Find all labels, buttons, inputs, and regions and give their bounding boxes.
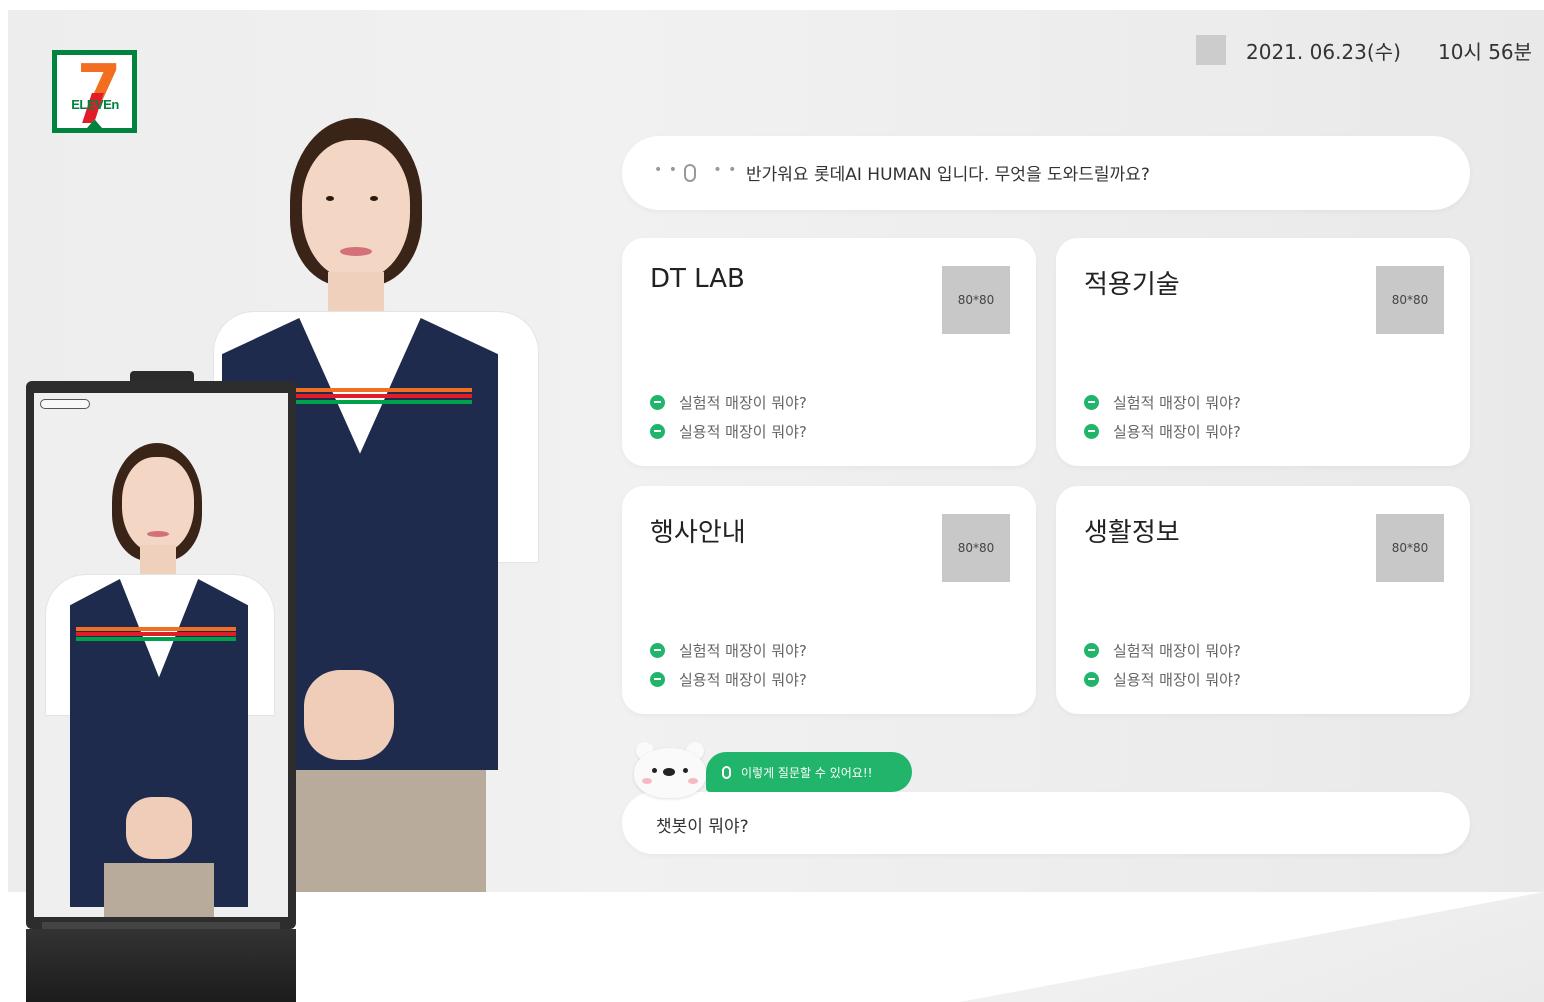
bear-cheek-right (688, 778, 698, 784)
card-life-info[interactable]: 생활정보 80*80 실험적 매장이 뭐야? 실용적 매장이 뭐야? (1056, 486, 1470, 714)
card-title: 행사안내 (650, 518, 746, 548)
kiosk-avatar-face (122, 457, 194, 553)
bear-eye-left (652, 768, 657, 773)
status-square-icon (1196, 35, 1226, 65)
bear-cheek-left (642, 778, 652, 784)
microphone-icon (722, 765, 731, 779)
card-dt-lab[interactable]: DT LAB 80*80 실험적 매장이 뭐야? 실용적 매장이 뭐야? (622, 238, 1036, 466)
bullet-chat-icon (650, 424, 665, 439)
chat-input-text: 챗봇이 뭐야? (656, 817, 749, 837)
card-title: 적용기술 (1084, 270, 1180, 300)
bullet-chat-icon (1084, 643, 1099, 658)
kiosk-avatar-lips (147, 531, 169, 537)
card-question[interactable]: 실험적 매장이 뭐야? (1084, 640, 1241, 661)
vest-stripe-red (296, 394, 472, 398)
avatar-pants (296, 770, 486, 892)
question-text: 실험적 매장이 뭐야? (1113, 394, 1241, 412)
avatar-eye-left (326, 196, 334, 201)
kiosk-avatar-hands (126, 797, 192, 859)
current-time: 10시 56분 (1438, 40, 1533, 64)
bear-eye-right (683, 768, 688, 773)
kiosk-device (26, 381, 296, 929)
bullet-chat-icon (1084, 395, 1099, 410)
kiosk-status-pill (40, 399, 90, 409)
card-question[interactable]: 실용적 매장이 뭐야? (1084, 669, 1241, 690)
voice-indicator: • • • • (654, 162, 738, 182)
card-title: DT LAB (650, 264, 745, 294)
avatar-face (302, 140, 410, 280)
avatar-eye-right (370, 196, 378, 201)
card-applied-tech[interactable]: 적용기술 80*80 실험적 매장이 뭐야? 실용적 매장이 뭐야? (1056, 238, 1470, 466)
kiosk-avatar-pants (104, 863, 214, 917)
vest-stripe-green (296, 400, 472, 404)
card-image-placeholder: 80*80 (942, 514, 1010, 582)
kiosk-stand (26, 929, 296, 1002)
card-image-placeholder: 80*80 (942, 266, 1010, 334)
card-question[interactable]: 실험적 매장이 뭐야? (650, 392, 807, 413)
card-question[interactable]: 실험적 매장이 뭐야? (650, 640, 807, 661)
card-question[interactable]: 실용적 매장이 뭐야? (650, 669, 807, 690)
question-text: 실험적 매장이 뭐야? (679, 642, 807, 660)
question-text: 실용적 매장이 뭐야? (1113, 423, 1241, 441)
kiosk-screen (34, 393, 288, 917)
vest-stripe-orange (296, 388, 472, 392)
greeting-message: 반가워요 롯데AI HUMAN 입니다. 무엇을 도와드릴까요? (746, 165, 1150, 185)
question-hint-bubble[interactable]: 이렇게 질문할 수 있어요!! (706, 752, 912, 792)
logo-text: ELEVEn (71, 97, 119, 112)
ai-human-avatar (0, 0, 538, 892)
polar-bear-mascot (630, 740, 710, 798)
question-text: 실용적 매장이 뭐야? (679, 423, 807, 441)
question-text: 실험적 매장이 뭐야? (679, 394, 807, 412)
card-question[interactable]: 실용적 매장이 뭐야? (1084, 421, 1241, 442)
bullet-chat-icon (1084, 672, 1099, 687)
bear-nose (663, 768, 675, 776)
microphone-icon (684, 164, 696, 182)
question-text: 실험적 매장이 뭐야? (1113, 642, 1241, 660)
question-text: 실용적 매장이 뭐야? (1113, 671, 1241, 689)
greeting-bar[interactable]: • • • • 반가워요 롯데AI HUMAN 입니다. 무엇을 도와드릴까요? (622, 136, 1470, 210)
card-question[interactable]: 실용적 매장이 뭐야? (650, 421, 807, 442)
kiosk-stripe-orange (76, 627, 236, 631)
avatar-lips (340, 247, 372, 256)
seven-eleven-logo: 7 ELEVEn (52, 50, 137, 133)
bullet-chat-icon (650, 643, 665, 658)
logo-panel: 7 ELEVEn (57, 55, 132, 128)
chat-input-bar[interactable]: 챗봇이 뭐야? (622, 792, 1470, 854)
card-events[interactable]: 행사안내 80*80 실험적 매장이 뭐야? 실용적 매장이 뭐야? (622, 486, 1036, 714)
card-image-placeholder: 80*80 (1376, 514, 1444, 582)
question-text: 실용적 매장이 뭐야? (679, 671, 807, 689)
avatar-hands (304, 670, 394, 760)
voice-dots-left: • • (654, 162, 678, 178)
bullet-chat-icon (650, 672, 665, 687)
card-image-placeholder: 80*80 (1376, 266, 1444, 334)
card-question[interactable]: 실험적 매장이 뭐야? (1084, 392, 1241, 413)
hint-text: 이렇게 질문할 수 있어요!! (741, 765, 873, 780)
kiosk-stripe-red (76, 632, 236, 636)
bullet-chat-icon (650, 395, 665, 410)
voice-dots-right: • • (713, 162, 738, 178)
card-title: 생활정보 (1084, 518, 1180, 548)
kiosk-stripe-green (76, 637, 236, 641)
current-date: 2021. 06.23(수) (1246, 40, 1401, 64)
bullet-chat-icon (1084, 424, 1099, 439)
